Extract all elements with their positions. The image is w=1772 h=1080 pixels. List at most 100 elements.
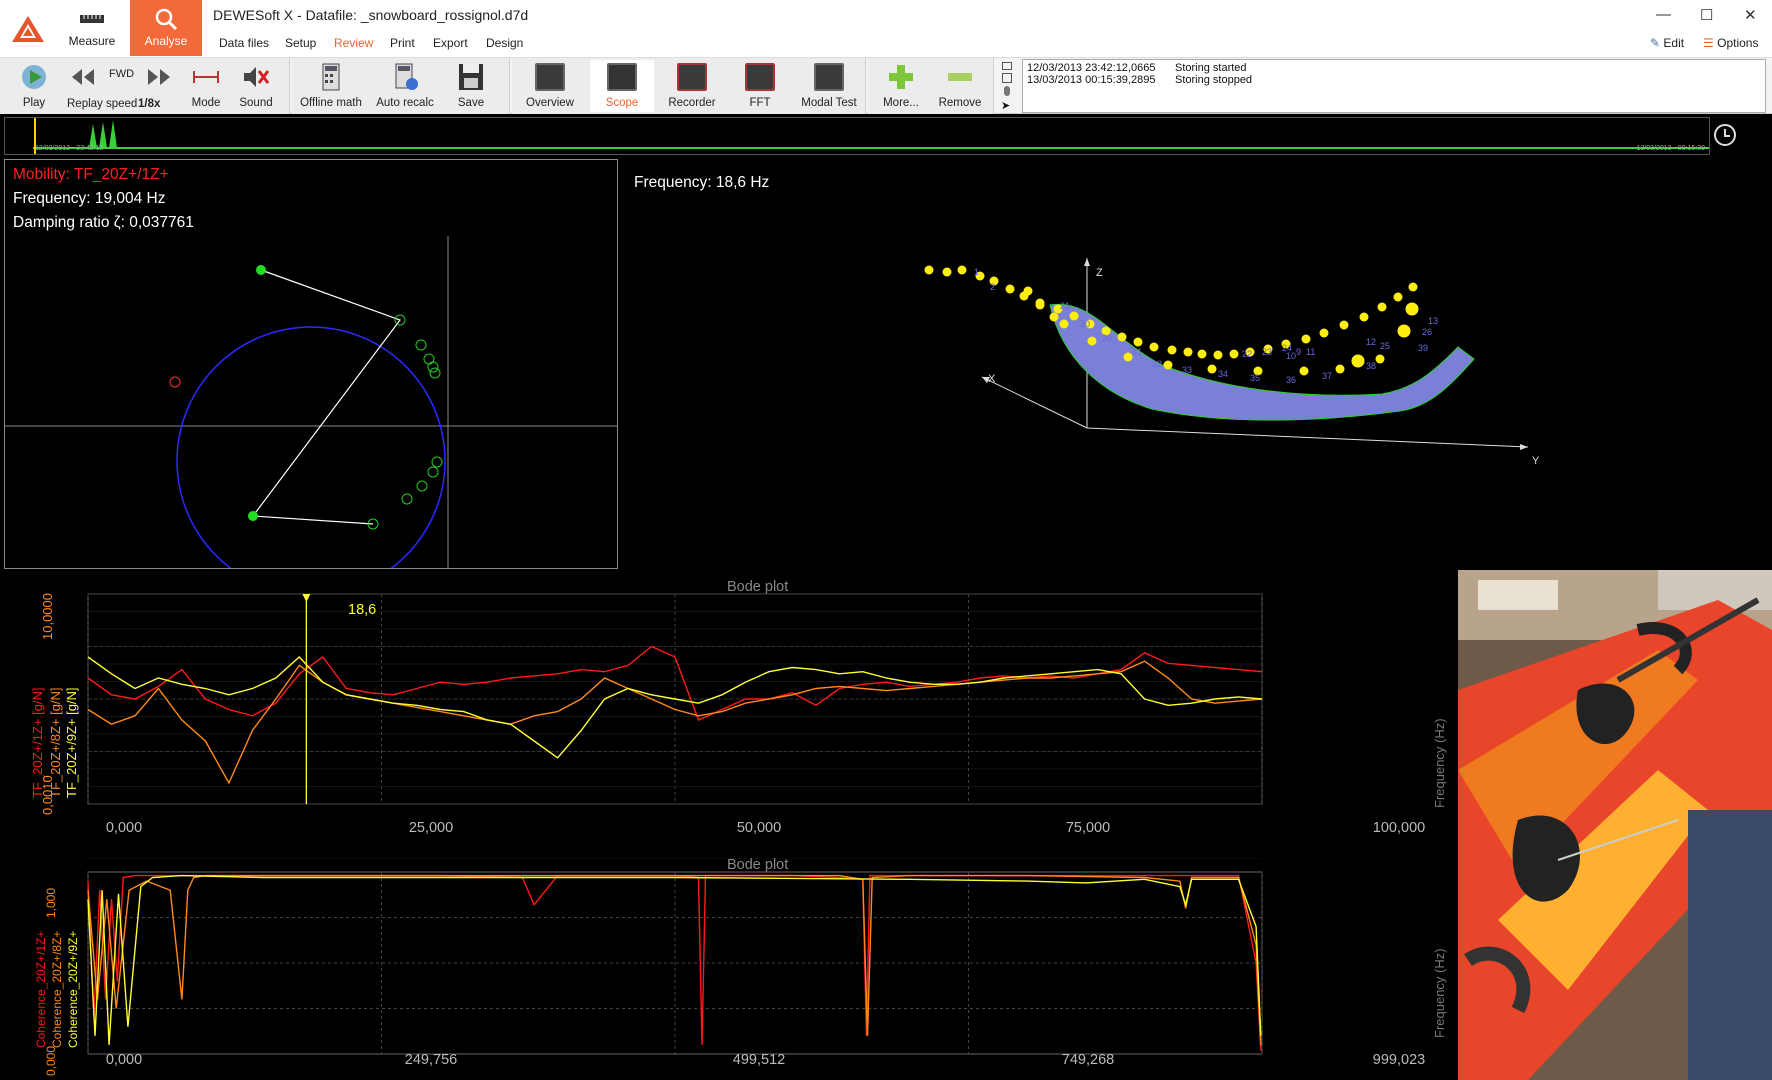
overview-button[interactable]: Overview bbox=[518, 60, 582, 112]
edit-button[interactable]: ✎ Edit bbox=[1650, 36, 1684, 50]
bode2-right-axis-label: Frequency (Hz) bbox=[1432, 948, 1447, 1038]
nyquist-point bbox=[169, 376, 181, 388]
mode-shape-panel[interactable]: Frequency: 18,6 Hz Z X Y 1 2 13 26 39 10 11 12 2… bbox=[622, 159, 1768, 569]
node-label: 22 bbox=[1242, 349, 1252, 359]
node-label: 1 bbox=[974, 267, 979, 277]
overview-label: Overview bbox=[526, 97, 574, 109]
menu-print[interactable]: Print bbox=[390, 36, 415, 50]
node-label: 33 bbox=[1182, 365, 1192, 375]
sound-button[interactable]: Sound bbox=[234, 60, 278, 112]
series-line-Coherence-20Z-9Z- bbox=[87, 874, 1262, 1045]
node-label: 21 bbox=[1060, 301, 1070, 311]
scope-button[interactable]: Scope bbox=[590, 60, 654, 112]
replay-speed-value[interactable]: 1/8x bbox=[138, 98, 160, 110]
clock-icon[interactable] bbox=[1714, 124, 1736, 146]
nyquist-point bbox=[427, 466, 439, 478]
offline-math-button[interactable]: Offline math bbox=[296, 60, 366, 112]
nyquist-point bbox=[431, 456, 443, 468]
mode-shape-node bbox=[942, 267, 952, 277]
offline-math-label: Offline math bbox=[300, 97, 362, 109]
nyquist-point bbox=[427, 361, 439, 373]
node-label: 13 bbox=[1428, 316, 1438, 326]
cursor-value: 18,6 bbox=[348, 602, 377, 618]
floppy-disk-icon bbox=[459, 64, 483, 90]
overview-timeline[interactable]: 12/03/2013 - 23:42:12 13/03/2013 - 00:15… bbox=[4, 117, 1710, 155]
play-button[interactable]: Play bbox=[12, 60, 56, 112]
bode2-xtick: 999,023 bbox=[1372, 1052, 1426, 1068]
fft-button[interactable]: FFT bbox=[730, 60, 790, 112]
nyquist-plot bbox=[5, 236, 617, 568]
menu-data-files[interactable]: Data files bbox=[219, 36, 269, 50]
menu-design[interactable]: Design bbox=[486, 36, 523, 50]
log-row: 13/03/2013 00:15:39,2895 Storing stopped bbox=[1027, 74, 1761, 86]
video-frame-snowboard[interactable] bbox=[1458, 570, 1772, 1080]
analyse-label: Analyse bbox=[144, 34, 188, 48]
menu-export[interactable]: Export bbox=[433, 36, 468, 50]
plus-icon bbox=[889, 65, 913, 89]
menu-setup[interactable]: Setup bbox=[285, 36, 316, 50]
log-row: 12/03/2013 23:42:12,0665 Storing started bbox=[1027, 62, 1761, 74]
node-label: 12 bbox=[1366, 337, 1376, 347]
dewesoft-logo bbox=[12, 16, 44, 42]
modal-test-button[interactable]: Modal Test bbox=[796, 60, 862, 112]
node-label: 23 bbox=[1262, 347, 1272, 357]
bode-plot-magnitude[interactable]: Bode plot TF_20Z+/1Z+ [g/N] TF_20Z+/8Z+ … bbox=[4, 579, 1456, 848]
remove-label: Remove bbox=[938, 97, 982, 109]
bode1-xtick: 75,000 bbox=[1065, 820, 1111, 836]
magnifier-icon bbox=[155, 8, 178, 31]
menu-review[interactable]: Review bbox=[334, 36, 373, 50]
node-label: 24 bbox=[1282, 343, 1292, 353]
edit-label: Edit bbox=[1663, 36, 1685, 50]
mode-shape-node bbox=[1359, 312, 1369, 322]
list-icon[interactable] bbox=[1002, 62, 1012, 70]
save-button[interactable]: Save bbox=[446, 60, 496, 112]
log-event: Storing stopped bbox=[1175, 74, 1253, 86]
bode2-xtick: 0,000 bbox=[105, 1052, 143, 1068]
ruler-icon bbox=[80, 15, 104, 23]
minimize-icon[interactable]: — bbox=[1656, 6, 1671, 23]
options-button[interactable]: ☰ Options bbox=[1703, 36, 1758, 50]
bode-plot-coherence[interactable]: Bode plot Coherence_20Z+/1Z+ Coherence_2… bbox=[4, 857, 1456, 1080]
maximize-icon[interactable]: ☐ bbox=[1700, 6, 1713, 24]
node-label: 20 bbox=[1080, 319, 1090, 329]
measure-button[interactable]: Measure bbox=[56, 0, 128, 56]
remove-button[interactable]: Remove bbox=[932, 60, 988, 112]
range-icon bbox=[193, 71, 219, 83]
recorder-button[interactable]: Recorder bbox=[660, 60, 724, 112]
event-log: 12/03/2013 23:42:12,0665 Storing started … bbox=[1022, 59, 1766, 113]
close-icon[interactable]: ✕ bbox=[1744, 6, 1757, 24]
mode-shape-node bbox=[1213, 350, 1223, 360]
sound-label: Sound bbox=[239, 97, 273, 109]
modal-test-screen-icon bbox=[814, 63, 844, 91]
timeline-trace bbox=[33, 118, 1709, 154]
scope-label: Scope bbox=[605, 97, 639, 109]
mode-shape-node bbox=[1167, 345, 1177, 355]
mode-shape-node bbox=[1149, 342, 1159, 352]
mode-shape-node bbox=[1319, 328, 1329, 338]
analyse-button[interactable]: Analyse bbox=[130, 0, 202, 56]
more-button[interactable]: More... bbox=[874, 60, 928, 112]
timeline-end: 13/03/2013 - 00:15:39 bbox=[1636, 145, 1705, 152]
log-event: Storing started bbox=[1175, 62, 1247, 74]
mode-shape-node bbox=[1163, 360, 1173, 370]
mode-shape-node bbox=[1069, 311, 1079, 321]
mode-shape-node bbox=[1049, 312, 1059, 322]
bode1-chart bbox=[87, 593, 1263, 805]
mode-shape-node bbox=[1301, 334, 1311, 344]
log-time: 13/03/2013 00:15:39,2895 bbox=[1027, 74, 1156, 86]
microphone-icon[interactable] bbox=[1004, 86, 1010, 96]
node-label: 26 bbox=[1422, 327, 1432, 337]
cursor-marker bbox=[302, 594, 311, 602]
mode-shape-node bbox=[1023, 286, 1033, 296]
mode-shape-node bbox=[1087, 336, 1097, 346]
nyquist-plot-panel[interactable]: Mobility: TF_20Z+/1Z+ Frequency: 19,004 … bbox=[4, 159, 618, 569]
node-label: 2 bbox=[990, 282, 995, 292]
mode-shape-node bbox=[1339, 320, 1349, 330]
cursor-icon[interactable]: ➤ bbox=[1001, 99, 1016, 112]
mode-button[interactable]: Mode bbox=[186, 60, 226, 112]
node-label: 36 bbox=[1286, 375, 1296, 385]
mode-shape-node bbox=[1059, 319, 1069, 329]
note-icon[interactable] bbox=[1002, 73, 1012, 83]
auto-recalc-button[interactable]: Auto recalc bbox=[370, 60, 440, 112]
recorder-screen-icon bbox=[677, 63, 707, 91]
